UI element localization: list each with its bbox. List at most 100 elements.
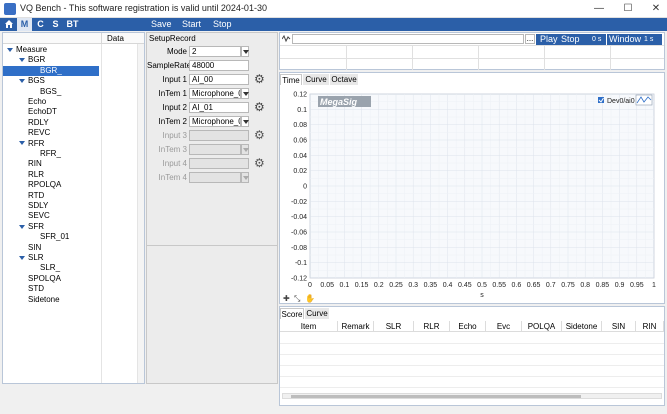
score-column-header[interactable]: RIN [636, 321, 664, 332]
tree-node[interactable]: SLR [3, 253, 99, 263]
window-value[interactable]: 1 s [644, 34, 653, 45]
score-column-header[interactable]: Remark [338, 321, 374, 332]
tree-node[interactable]: Echo [3, 97, 99, 107]
tree-node[interactable]: RDLY [3, 118, 99, 128]
setup-input[interactable]: 48000 [189, 60, 249, 71]
tab-curve[interactable]: Curve [303, 74, 329, 85]
score-column-header[interactable]: POLQA [522, 321, 562, 332]
pan-icon[interactable]: ✋ [305, 293, 315, 303]
tree-node[interactable]: BGR [3, 55, 99, 65]
score-column-header[interactable]: RLR [414, 321, 450, 332]
menu-save[interactable]: Save [151, 18, 172, 31]
tree-node[interactable]: STD [3, 284, 99, 294]
tree-node[interactable]: BGR_ [3, 65, 99, 76]
tree-node[interactable]: RFR_ [3, 149, 99, 159]
gear-icon[interactable]: ⚙ [254, 157, 265, 169]
score-column-header[interactable]: Evc [486, 321, 522, 332]
y-tick-label: 0.08 [293, 122, 307, 129]
dropdown-arrow-icon[interactable] [241, 88, 249, 99]
expand-arrow-icon[interactable] [7, 47, 13, 52]
tab-m[interactable]: M [17, 18, 32, 31]
tree-scrollbar[interactable] [137, 44, 144, 383]
expand-arrow-icon[interactable] [19, 255, 25, 260]
dropdown-arrow-icon[interactable] [241, 116, 249, 127]
tree-node[interactable]: RIN [3, 159, 99, 169]
setup-input[interactable] [189, 158, 249, 169]
score-column-header[interactable]: Item [280, 321, 338, 332]
maximize-button[interactable]: ☐ [614, 0, 642, 18]
time-chart[interactable]: 0.12 0.1 0.08 0.06 0.04 0.02 0 -0.02 -0.04 -0.06 -… [280, 86, 664, 304]
close-button[interactable]: ✕ [642, 0, 667, 18]
column-separator [101, 33, 102, 44]
gear-icon[interactable]: ⚙ [254, 101, 265, 113]
measure-tree-panel: Data Measure BGR BGR_ BGS BGS_ Echo EchoDT RDLY… [2, 32, 145, 384]
tree-node[interactable]: Sidetone [3, 295, 99, 305]
dropdown-arrow-icon[interactable] [241, 172, 249, 183]
score-column-header[interactable]: SIN [602, 321, 636, 332]
y-tick-label: -0.08 [291, 245, 307, 252]
tree-node-label: RPOLQA [28, 180, 62, 190]
waveform-icon[interactable] [281, 34, 291, 43]
score-panel: Score Curve Item Remark SLR RLR Echo Evc POLQA… [279, 306, 665, 406]
browse-button[interactable]: ... [525, 34, 535, 44]
tree-node[interactable]: Measure [3, 45, 99, 55]
tree-node-label: RIN [28, 159, 42, 169]
minimize-button[interactable]: — [585, 0, 613, 18]
setup-input[interactable] [189, 130, 249, 141]
tab-c[interactable]: C [34, 18, 47, 31]
setup-input[interactable]: AI_01 [189, 102, 249, 113]
tree-node[interactable]: SFR [3, 222, 99, 232]
tree-node[interactable]: BGS_ [3, 87, 99, 97]
gear-icon[interactable]: ⚙ [254, 73, 265, 85]
tab-time[interactable]: Time [280, 74, 302, 85]
menu-start[interactable]: Start [182, 18, 201, 31]
tree-node[interactable]: RPOLQA [3, 180, 99, 190]
waveform-overview[interactable] [280, 45, 664, 70]
tree-node[interactable]: SEVC [3, 211, 99, 221]
x-tick-label: 0.45 [458, 282, 472, 289]
setup-select[interactable]: 2 [189, 46, 241, 57]
expand-arrow-icon[interactable] [19, 58, 25, 63]
tree-node[interactable]: SPOLQA [3, 274, 99, 284]
gear-icon[interactable]: ⚙ [254, 129, 265, 141]
score-column-header[interactable]: SLR [374, 321, 414, 332]
score-column-header[interactable]: Echo [450, 321, 486, 332]
zoom-icon[interactable]: ⤡ [294, 294, 301, 303]
file-path-input[interactable] [292, 34, 524, 44]
app-icon [4, 3, 16, 15]
expand-arrow-icon[interactable] [19, 141, 25, 146]
tree-node[interactable]: BGS [3, 76, 99, 86]
setup-select[interactable]: Microphone_00_ [189, 88, 241, 99]
expand-arrow-icon[interactable] [19, 79, 25, 84]
tree-node[interactable]: RLR [3, 170, 99, 180]
menu-stop[interactable]: Stop [213, 18, 232, 31]
tree-node[interactable]: SDLY [3, 201, 99, 211]
tab-bt[interactable]: BT [64, 18, 81, 31]
setup-select[interactable] [189, 144, 241, 155]
crosshair-icon[interactable]: ✚ [283, 294, 290, 303]
megasig-logo: MegaSig [320, 97, 358, 107]
stop-button[interactable]: Stop [561, 34, 580, 45]
dropdown-arrow-icon[interactable] [241, 46, 249, 57]
tree-node[interactable]: SIN [3, 243, 99, 253]
tab-s[interactable]: S [49, 18, 62, 31]
tab-score[interactable]: Score [280, 308, 304, 319]
score-horizontal-scrollbar[interactable] [282, 393, 662, 399]
play-button[interactable]: Play [540, 34, 558, 45]
home-icon[interactable] [2, 18, 15, 31]
tab-octave[interactable]: Octave [330, 74, 358, 85]
setup-select[interactable]: Microphone_00_ [189, 116, 241, 127]
tree-node[interactable]: EchoDT [3, 107, 99, 117]
tree-node[interactable]: REVC [3, 128, 99, 138]
setup-input[interactable]: AI_00 [189, 74, 249, 85]
dropdown-arrow-icon[interactable] [241, 144, 249, 155]
tree-node[interactable]: RTD [3, 191, 99, 201]
setup-select[interactable] [189, 172, 241, 183]
score-column-header[interactable]: Sidetone [562, 321, 602, 332]
tree-node[interactable]: SFR_01 [3, 232, 99, 242]
tree-node[interactable]: RFR [3, 139, 99, 149]
setup-rows: Mode 2 SampleRate 48000 Input 1 AI_00 ⚙ InTem 1… [147, 33, 277, 233]
expand-arrow-icon[interactable] [19, 224, 25, 229]
tree-node[interactable]: SLR_ [3, 263, 99, 273]
tab-score-curve[interactable]: Curve [305, 308, 329, 319]
